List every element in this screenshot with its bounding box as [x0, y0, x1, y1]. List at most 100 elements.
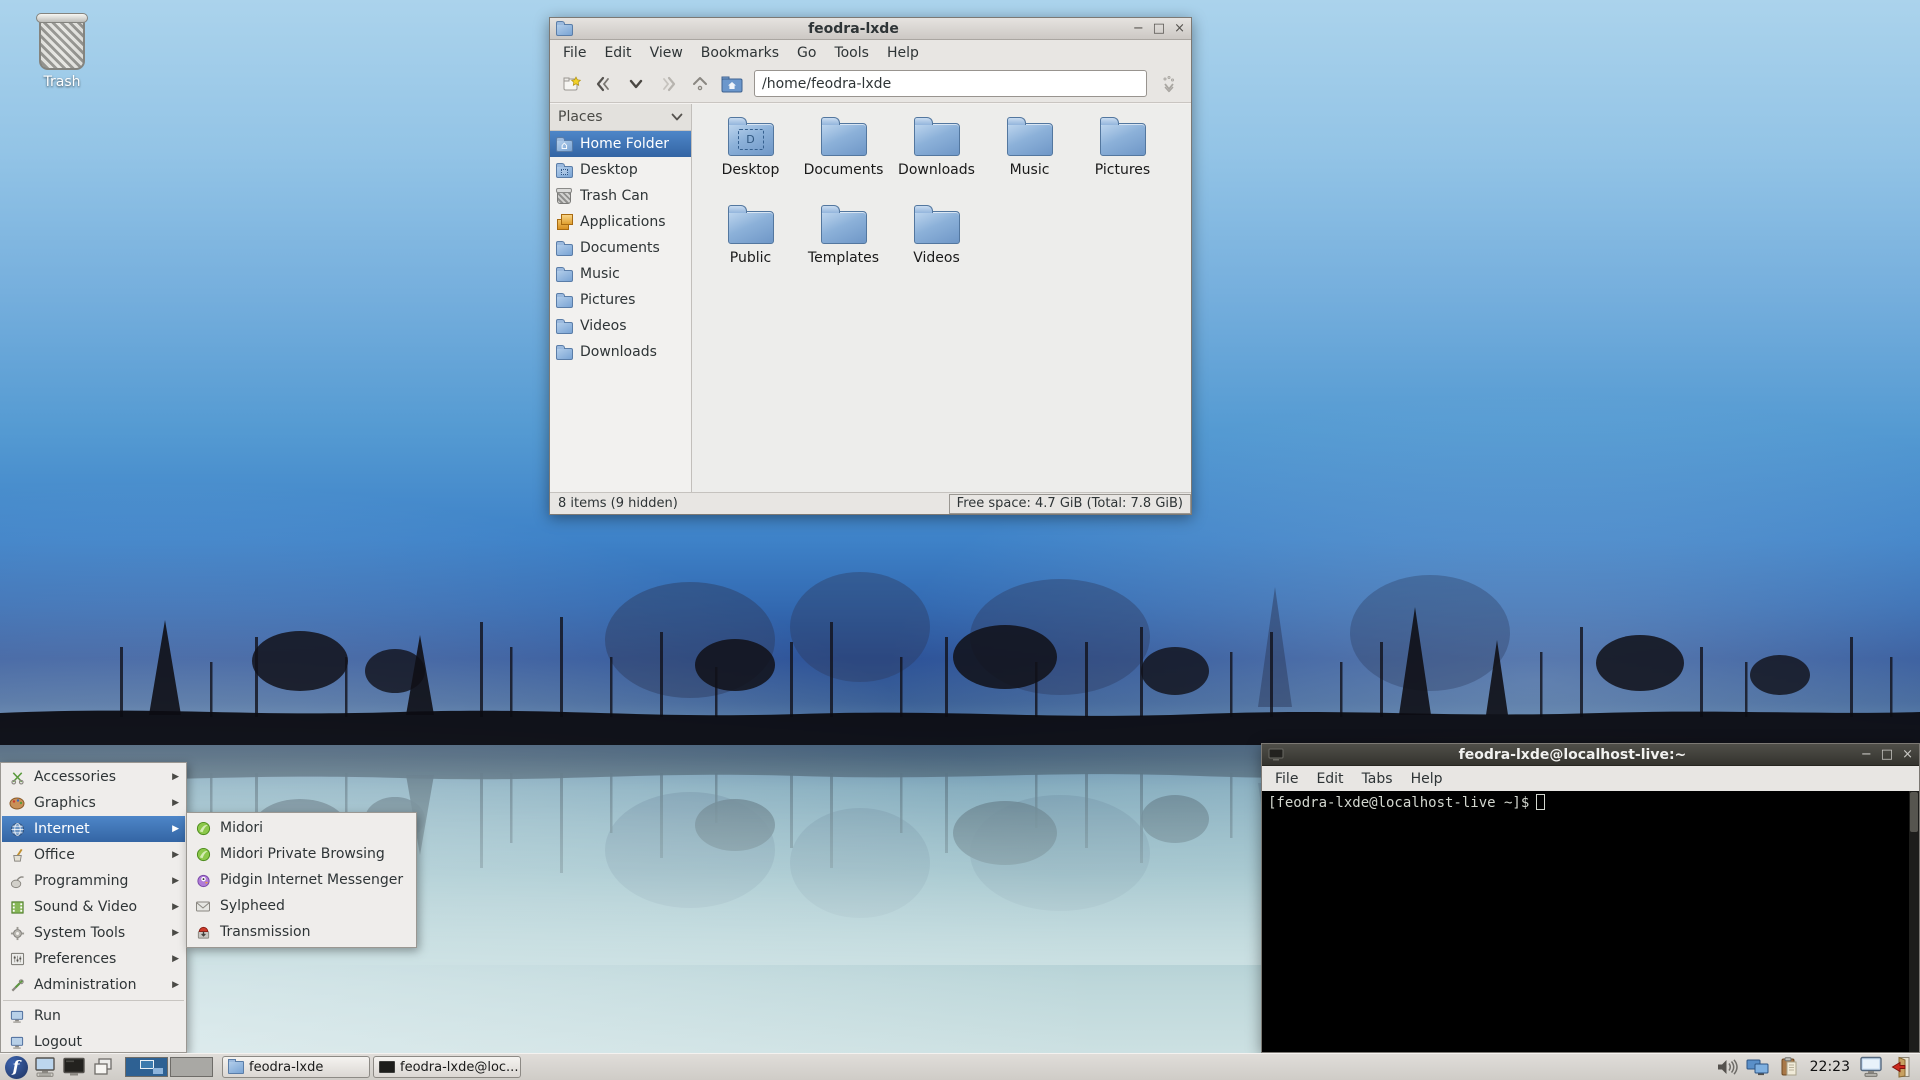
terminal-cursor — [1536, 794, 1546, 810]
menu-item-administration[interactable]: Administration ▶ — [2, 972, 185, 998]
folder-label: Templates — [807, 250, 880, 266]
workspace-pager[interactable] — [125, 1057, 213, 1077]
jump-to-path-button[interactable] — [1155, 70, 1183, 98]
menu-item-internet[interactable]: Internet ▶ — [2, 816, 185, 842]
terminal-titlebar[interactable]: feodra-lxde@localhost-live:~ − □ × — [1262, 744, 1919, 766]
folder-label: Pictures — [1094, 162, 1151, 178]
submenu-item-midori[interactable]: Midori — [188, 815, 415, 841]
place-label: Pictures — [580, 292, 636, 308]
minimize-button[interactable]: − — [1133, 22, 1144, 35]
chevron-down-icon — [629, 79, 643, 88]
menu-file[interactable]: File — [1266, 768, 1307, 790]
file-manager-titlebar[interactable]: feodra-lxde − □ × — [550, 18, 1191, 40]
menu-file[interactable]: File — [554, 42, 595, 64]
sidebar-item-downloads[interactable]: Downloads — [550, 339, 691, 365]
menu-tabs[interactable]: Tabs — [1353, 768, 1402, 790]
menu-go[interactable]: Go — [788, 42, 825, 64]
start-menu-button[interactable] — [3, 1055, 29, 1080]
sidebar-item-home-folder[interactable]: Home Folder — [550, 131, 691, 157]
menu-edit[interactable]: Edit — [595, 42, 640, 64]
folder-icon — [556, 318, 574, 335]
task-label: feodra-lxde@loc... — [400, 1059, 519, 1075]
terminal-scrollbar[interactable] — [1909, 791, 1919, 1052]
menu-item-preferences[interactable]: Preferences ▶ — [2, 946, 185, 972]
lock-screen-tray-icon[interactable] — [1858, 1055, 1884, 1080]
menu-view[interactable]: View — [641, 42, 692, 64]
folder-item-documents[interactable]: Documents — [797, 114, 890, 202]
menu-item-logout[interactable]: Logout — [2, 1029, 185, 1055]
place-label: Downloads — [580, 344, 657, 360]
workspace-2[interactable] — [170, 1057, 213, 1077]
network-tray-icon[interactable] — [1745, 1055, 1771, 1080]
menu-edit[interactable]: Edit — [1307, 768, 1352, 790]
menu-item-label: Logout — [34, 1034, 82, 1050]
taskbar: feodra-lxde feodra-lxde@loc... — [0, 1053, 1920, 1080]
sidebar-item-music[interactable]: Music — [550, 261, 691, 287]
sidebar-item-pictures[interactable]: Pictures — [550, 287, 691, 313]
menu-item-run[interactable]: Run — [2, 1003, 185, 1029]
speaker-icon — [1717, 1059, 1738, 1075]
submenu-item-pidgin[interactable]: Pidgin Internet Messenger — [188, 867, 415, 893]
submenu-item-midori-private[interactable]: Midori Private Browsing — [188, 841, 415, 867]
folder-item-downloads[interactable]: Downloads — [890, 114, 983, 202]
home-button[interactable] — [718, 70, 746, 98]
scrollbar-thumb[interactable] — [1910, 792, 1918, 832]
sidebar-item-desktop[interactable]: Desktop — [550, 157, 691, 183]
clipboard-tray-icon[interactable] — [1776, 1055, 1802, 1080]
folder-item-templates[interactable]: Templates — [797, 202, 890, 290]
submenu-arrow-icon: ▶ — [172, 902, 179, 912]
menu-item-graphics[interactable]: Graphics ▶ — [2, 790, 185, 816]
submenu-arrow-icon: ▶ — [172, 928, 179, 938]
menu-tools[interactable]: Tools — [825, 42, 878, 64]
menu-help[interactable]: Help — [878, 42, 928, 64]
folder-item-public[interactable]: Public — [704, 202, 797, 290]
terminal-icon — [1268, 748, 1284, 761]
back-button[interactable] — [590, 70, 618, 98]
clock[interactable]: 22:23 — [1807, 1059, 1853, 1075]
task-button-terminal[interactable]: feodra-lxde@loc... — [373, 1056, 521, 1078]
terminal-output[interactable]: [feodra-lxde@localhost-live ~]$ — [1262, 791, 1919, 1052]
menu-bookmarks[interactable]: Bookmarks — [692, 42, 788, 64]
close-button[interactable]: × — [1174, 22, 1185, 35]
task-button-file-manager[interactable]: feodra-lxde — [222, 1056, 370, 1078]
logout-tray-icon[interactable] — [1889, 1055, 1915, 1080]
menu-item-sound-video[interactable]: Sound & Video ▶ — [2, 894, 185, 920]
close-button[interactable]: × — [1902, 748, 1913, 761]
sidebar-item-applications[interactable]: Applications — [550, 209, 691, 235]
home-folder-icon — [721, 76, 743, 92]
file-view[interactable]: Desktop Documents Downloads Music Pictur… — [692, 104, 1191, 492]
path-input[interactable] — [754, 70, 1147, 97]
new-tab-button[interactable] — [558, 70, 586, 98]
terminal-launcher[interactable] — [61, 1055, 87, 1080]
folder-item-pictures[interactable]: Pictures — [1076, 114, 1169, 202]
up-button[interactable] — [686, 70, 714, 98]
workspace-1[interactable] — [125, 1057, 168, 1077]
submenu-item-sylpheed[interactable]: Sylpheed — [188, 893, 415, 919]
maximize-button[interactable]: □ — [1153, 22, 1165, 35]
maximize-button[interactable]: □ — [1881, 748, 1893, 761]
volume-tray-icon[interactable] — [1714, 1055, 1740, 1080]
folder-item-desktop[interactable]: Desktop — [704, 114, 797, 202]
minimize-all-button[interactable] — [90, 1055, 116, 1080]
desktop-icon-trash[interactable]: Trash — [26, 10, 98, 90]
submenu-item-transmission[interactable]: Transmission — [188, 919, 415, 945]
history-dropdown-button[interactable] — [622, 70, 650, 98]
show-desktop-launcher[interactable] — [32, 1055, 58, 1080]
screensaver-monitor-icon — [1860, 1056, 1882, 1077]
forward-button[interactable] — [654, 70, 682, 98]
folder-item-music[interactable]: Music — [983, 114, 1076, 202]
places-header[interactable]: Places — [550, 104, 691, 131]
menu-item-accessories[interactable]: Accessories ▶ — [2, 764, 185, 790]
menu-item-system-tools[interactable]: System Tools ▶ — [2, 920, 185, 946]
menu-item-label: Sound & Video — [34, 899, 138, 915]
menu-item-label: Graphics — [34, 795, 96, 811]
sidebar-item-videos[interactable]: Videos — [550, 313, 691, 339]
minimize-button[interactable]: − — [1861, 748, 1872, 761]
folder-item-videos[interactable]: Videos — [890, 202, 983, 290]
sidebar-item-trash-can[interactable]: Trash Can — [550, 183, 691, 209]
sidebar-item-documents[interactable]: Documents — [550, 235, 691, 261]
menu-item-office[interactable]: Office ▶ — [2, 842, 185, 868]
logout-door-icon — [1891, 1056, 1910, 1078]
menu-item-programming[interactable]: Programming ▶ — [2, 868, 185, 894]
menu-help[interactable]: Help — [1402, 768, 1452, 790]
